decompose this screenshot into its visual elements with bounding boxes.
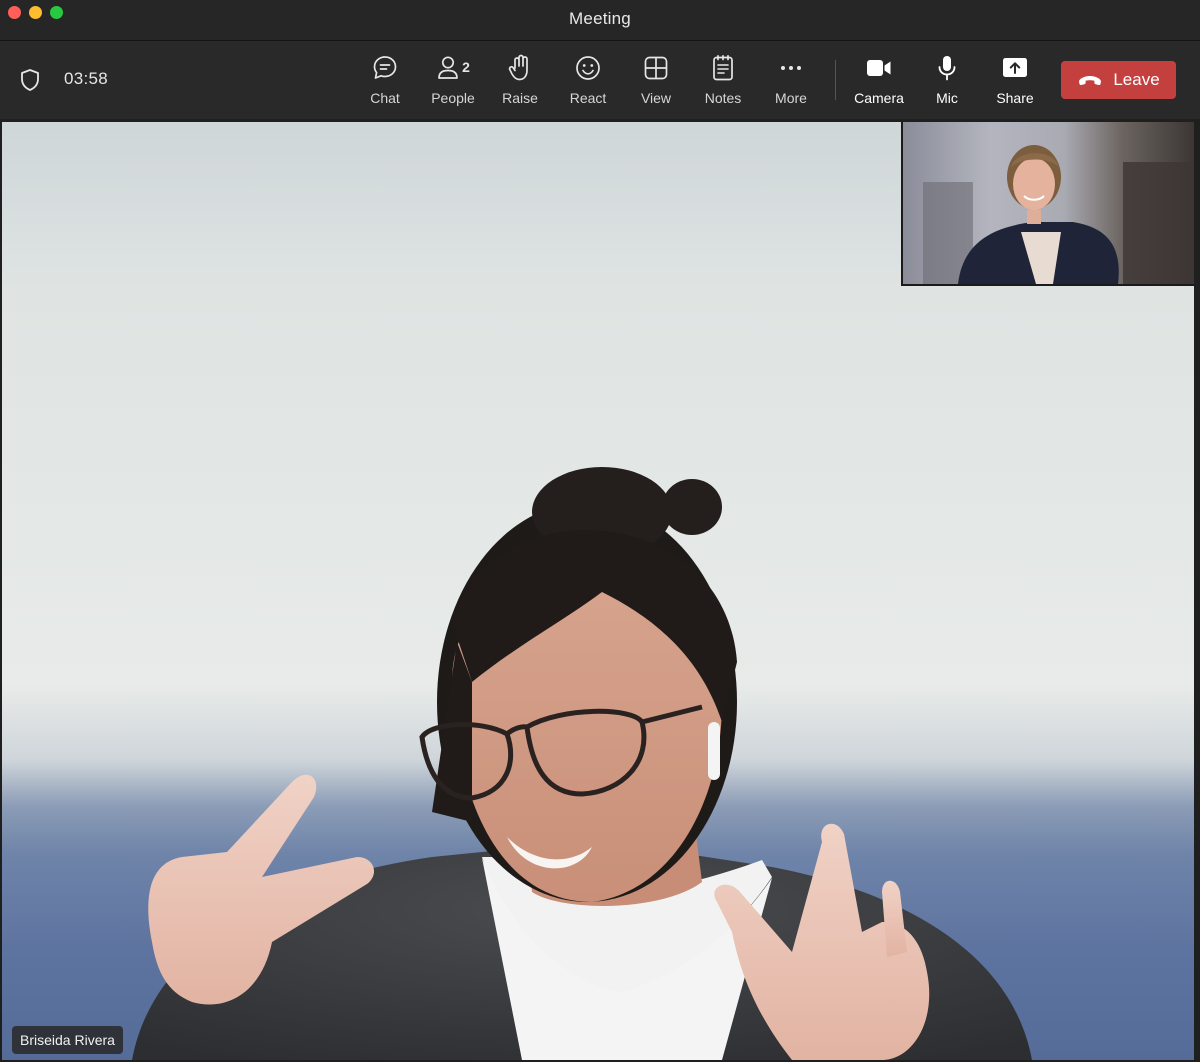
raise-label: Raise [502,90,538,106]
camera-label: Camera [854,90,904,106]
notes-label: Notes [704,90,742,106]
meeting-window: Meeting 03:58 Chat 2 People Raise React … [0,0,1200,1062]
notes-icon [708,53,738,83]
people-label: People [431,90,475,106]
share-button[interactable]: Share [983,53,1047,111]
chat-icon [370,53,400,83]
leave-button[interactable]: Leave [1061,61,1176,99]
self-view-video[interactable] [901,122,1194,286]
microphone-icon [932,53,962,83]
mic-button[interactable]: Mic [915,53,979,111]
more-dots-icon [776,53,806,83]
window-controls [8,6,63,19]
participant-name-tag: Briseida Rivera [12,1026,123,1054]
notes-button[interactable]: Notes [691,53,755,111]
self-view-participant-image [923,145,1194,284]
share-label: Share [996,90,1034,106]
chat-label: Chat [370,90,400,106]
meeting-toolbar: 03:58 Chat 2 People Raise React View Not… [0,41,1200,119]
title-bar: Meeting [0,0,1200,41]
window-title: Meeting [569,9,631,28]
more-button[interactable]: More [759,53,823,111]
video-stage: Briseida Rivera [2,122,1194,1060]
raise-hand-button[interactable]: Raise [488,53,552,111]
chat-button[interactable]: Chat [353,53,417,111]
people-button[interactable]: 2 People [421,53,485,111]
toolbar-divider [835,60,836,100]
view-button[interactable]: View [624,53,688,111]
camera-button[interactable]: Camera [847,53,911,111]
people-icon [438,56,458,79]
view-label: View [640,90,672,106]
grid-view-icon [641,53,671,83]
react-button[interactable]: React [556,53,620,111]
people-count-badge: 2 [462,59,470,75]
hang-up-phone-icon [1079,76,1102,86]
share-screen-icon [1000,53,1030,83]
maximize-window-button[interactable] [50,6,63,19]
mic-label: Mic [936,90,958,106]
leave-label: Leave [1113,70,1160,89]
camera-icon [864,53,894,83]
raise-hand-icon [505,53,535,83]
close-window-button[interactable] [8,6,21,19]
react-label: React [569,90,607,106]
shield-icon[interactable] [19,68,41,92]
smiley-icon [573,53,603,83]
more-label: More [775,90,807,106]
minimize-window-button[interactable] [29,6,42,19]
meeting-timer: 03:58 [64,69,109,88]
